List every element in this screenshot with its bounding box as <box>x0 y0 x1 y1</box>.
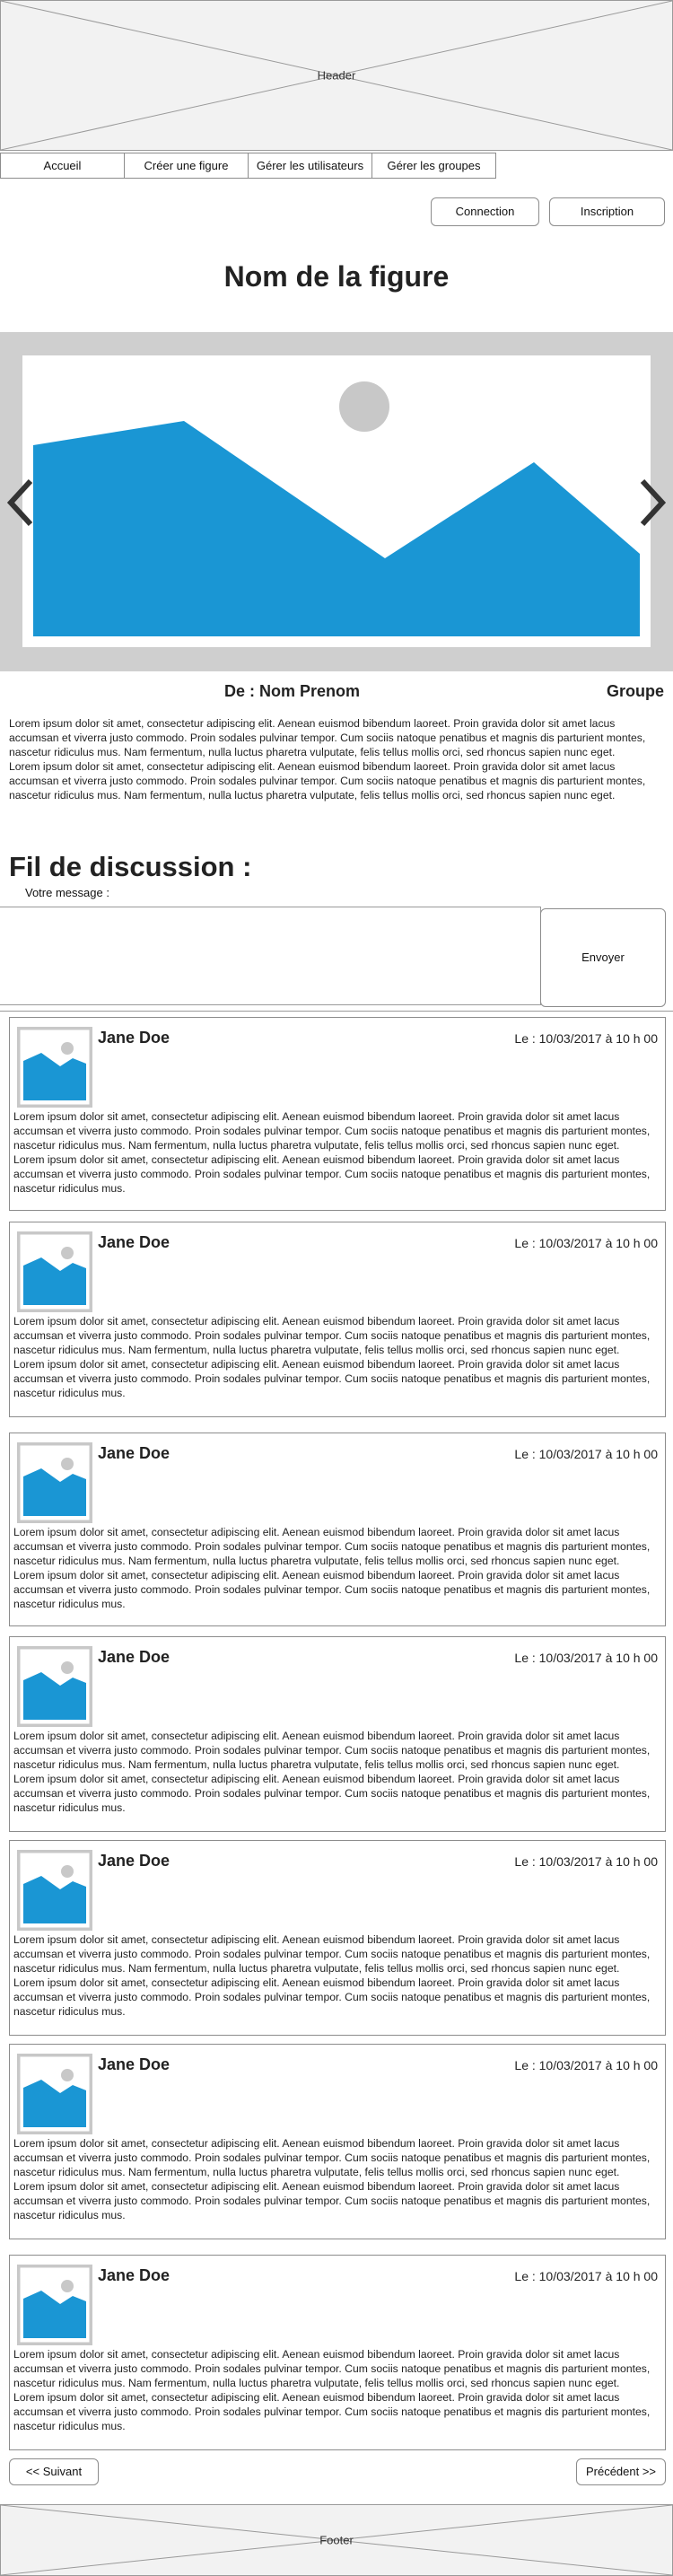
next-page-button[interactable]: << Suivant <box>9 2458 99 2485</box>
connect-button[interactable]: Connection <box>431 197 539 226</box>
comment-card: Jane Doe Le : 10/03/2017 à 10 h 00 Lorem… <box>9 1433 666 1626</box>
comment-date: Le : 10/03/2017 à 10 h 00 <box>514 1651 658 1665</box>
message-label: Votre message : <box>25 886 109 899</box>
description-paragraph: Lorem ipsum dolor sit amet, consectetur … <box>9 717 646 758</box>
comment-paragraph: Lorem ipsum dolor sit amet, consectetur … <box>13 2391 651 2432</box>
comment-author: Jane Doe <box>98 1444 170 1462</box>
message-input[interactable] <box>0 907 541 1005</box>
avatar-image-icon <box>17 1027 92 1108</box>
comment-text: Lorem ipsum dolor sit amet, consectetur … <box>13 1525 665 1611</box>
comment-date: Le : 10/03/2017 à 10 h 00 <box>514 2058 658 2072</box>
comment-paragraph: Lorem ipsum dolor sit amet, consectetur … <box>13 1110 651 1152</box>
avatar-image-icon <box>17 1231 92 1312</box>
comment-author: Jane Doe <box>98 2055 170 2073</box>
figure-group[interactable]: Groupe <box>607 682 664 701</box>
avatar-image-icon <box>17 2054 92 2134</box>
nav-item-gerer-utilisateurs[interactable]: Gérer les utilisateurs <box>248 153 372 179</box>
comment-card: Jane Doe Le : 10/03/2017 à 10 h 00 Lorem… <box>9 1222 666 1417</box>
comment-paragraph: Lorem ipsum dolor sit amet, consectetur … <box>13 1730 651 1771</box>
comment-date: Le : 10/03/2017 à 10 h 00 <box>514 1854 658 1869</box>
comment-paragraph: Lorem ipsum dolor sit amet, consectetur … <box>13 1153 651 1195</box>
comment-author: Jane Doe <box>98 1029 170 1047</box>
header-placeholder: Header <box>0 0 673 151</box>
comment-text: Lorem ipsum dolor sit amet, consectetur … <box>13 2347 665 2433</box>
image-carousel <box>0 332 673 671</box>
comment-author: Jane Doe <box>98 1233 170 1251</box>
comment-paragraph: Lorem ipsum dolor sit amet, consectetur … <box>13 1933 651 1975</box>
header-label: Header <box>317 68 356 83</box>
footer-label: Footer <box>319 2533 354 2547</box>
comment-paragraph: Lorem ipsum dolor sit amet, consectetur … <box>13 2348 651 2389</box>
footer-placeholder: Footer <box>0 2504 673 2576</box>
divider <box>0 1011 673 1012</box>
nav-item-creer-figure[interactable]: Créer une figure <box>124 153 249 179</box>
comment-paragraph: Lorem ipsum dolor sit amet, consectetur … <box>13 2137 651 2178</box>
comment-date: Le : 10/03/2017 à 10 h 00 <box>514 1447 658 1461</box>
comment-author: Jane Doe <box>98 2266 170 2284</box>
comment-paragraph: Lorem ipsum dolor sit amet, consectetur … <box>13 1976 651 2018</box>
nav-item-accueil[interactable]: Accueil <box>0 153 125 179</box>
comment-paragraph: Lorem ipsum dolor sit amet, consectetur … <box>13 1526 651 1567</box>
avatar-image-icon <box>17 2265 92 2345</box>
comment-date: Le : 10/03/2017 à 10 h 00 <box>514 1031 658 1046</box>
description-paragraph: Lorem ipsum dolor sit amet, consectetur … <box>9 760 646 802</box>
comment-author: Jane Doe <box>98 1852 170 1870</box>
comment-paragraph: Lorem ipsum dolor sit amet, consectetur … <box>13 1569 651 1610</box>
avatar-image-icon <box>17 1442 92 1523</box>
avatar-image-icon <box>17 1646 92 1727</box>
avatar-image-icon <box>17 1850 92 1931</box>
comment-card: Jane Doe Le : 10/03/2017 à 10 h 00 Lorem… <box>9 2044 666 2239</box>
main-nav: Accueil Créer une figure Gérer les utili… <box>0 153 496 180</box>
chevron-right-icon[interactable] <box>637 476 669 530</box>
comment-paragraph: Lorem ipsum dolor sit amet, consectetur … <box>13 1358 651 1399</box>
previous-page-button[interactable]: Précédent >> <box>576 2458 666 2485</box>
comment-date: Le : 10/03/2017 à 10 h 00 <box>514 2269 658 2283</box>
comment-card: Jane Doe Le : 10/03/2017 à 10 h 00 Lorem… <box>9 1840 666 2036</box>
comment-text: Lorem ipsum dolor sit amet, consectetur … <box>13 1109 665 1196</box>
figure-description: Lorem ipsum dolor sit amet, consectetur … <box>9 716 664 802</box>
comment-card: Jane Doe Le : 10/03/2017 à 10 h 00 Lorem… <box>9 1017 666 1211</box>
carousel-slide <box>22 355 651 647</box>
page-title: Nom de la figure <box>223 260 450 293</box>
nav-item-gerer-groupes[interactable]: Gérer les groupes <box>371 153 496 179</box>
comment-paragraph: Lorem ipsum dolor sit amet, consectetur … <box>13 1773 651 1814</box>
landscape-image-icon <box>33 381 640 636</box>
chevron-left-icon[interactable] <box>4 476 36 530</box>
signup-button[interactable]: Inscription <box>549 197 665 226</box>
comment-author: Jane Doe <box>98 1648 170 1666</box>
comment-text: Lorem ipsum dolor sit amet, consectetur … <box>13 2136 665 2222</box>
comment-date: Le : 10/03/2017 à 10 h 00 <box>514 1236 658 1250</box>
send-button[interactable]: Envoyer <box>540 908 666 1007</box>
comment-card: Jane Doe Le : 10/03/2017 à 10 h 00 Lorem… <box>9 2255 666 2450</box>
comment-text: Lorem ipsum dolor sit amet, consectetur … <box>13 1932 665 2019</box>
comment-text: Lorem ipsum dolor sit amet, consectetur … <box>13 1314 665 1400</box>
comment-paragraph: Lorem ipsum dolor sit amet, consectetur … <box>13 2180 651 2221</box>
discussion-title: Fil de discussion : <box>9 851 252 882</box>
comment-paragraph: Lorem ipsum dolor sit amet, consectetur … <box>13 1315 651 1356</box>
figure-author: De : Nom Prenom <box>224 682 361 700</box>
comment-text: Lorem ipsum dolor sit amet, consectetur … <box>13 1729 665 1815</box>
comment-card: Jane Doe Le : 10/03/2017 à 10 h 00 Lorem… <box>9 1636 666 1832</box>
